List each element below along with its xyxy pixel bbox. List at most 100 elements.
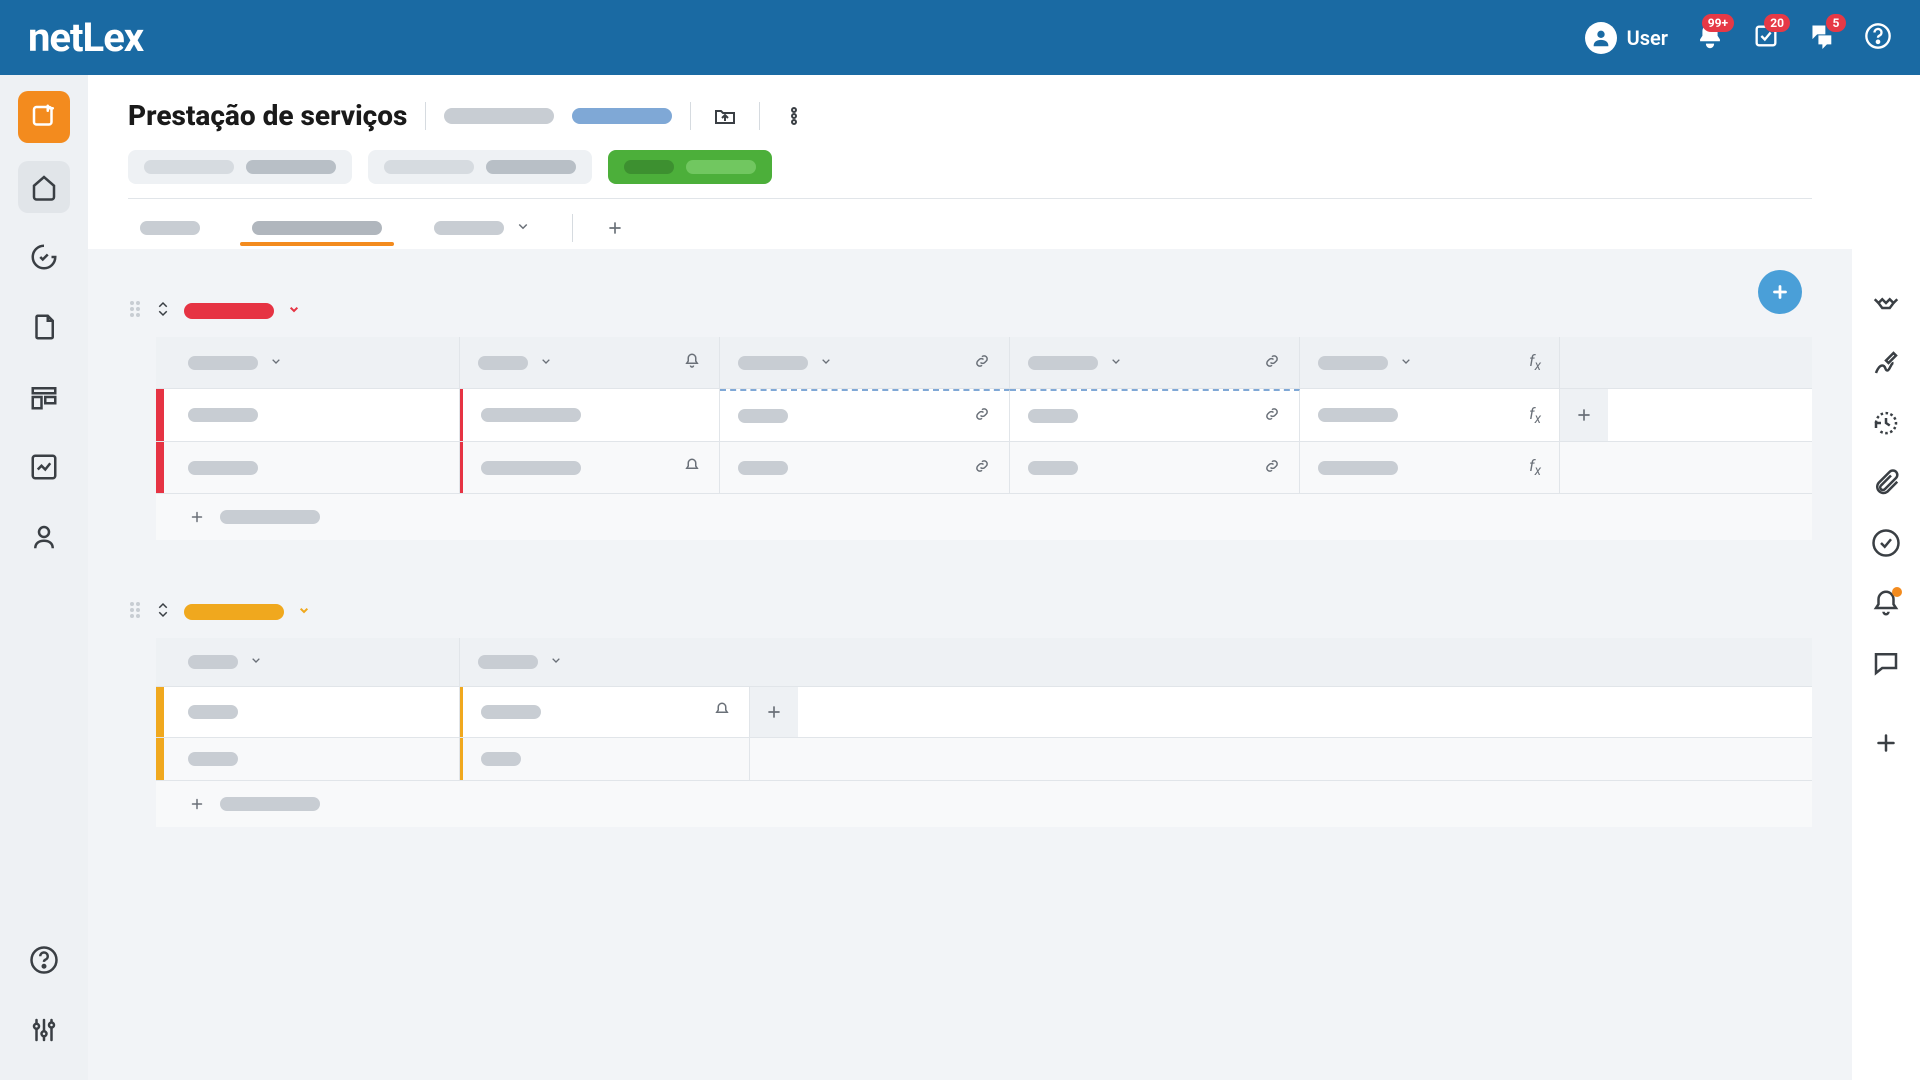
tab-3[interactable] — [422, 207, 544, 249]
chevron-down-icon[interactable] — [296, 602, 312, 622]
table-row[interactable]: fx — [156, 389, 1812, 442]
collapse-icon[interactable] — [154, 601, 172, 623]
notifications-bell[interactable]: 99+ — [1696, 22, 1724, 54]
cell[interactable]: fx — [1300, 389, 1560, 441]
column-header-1[interactable] — [170, 638, 460, 686]
cell-ph — [481, 461, 581, 475]
right-check-icon[interactable] — [1868, 525, 1904, 561]
cell[interactable] — [170, 442, 460, 493]
table-row[interactable] — [156, 738, 1812, 781]
bell-badge: 99+ — [1702, 14, 1734, 32]
th-ph — [478, 356, 528, 370]
drag-handle-icon[interactable] — [128, 299, 142, 323]
add-row-button[interactable] — [156, 494, 1812, 540]
divider — [572, 214, 573, 242]
cell-ph — [738, 461, 788, 475]
add-column-button[interactable] — [750, 687, 798, 737]
floating-add-button[interactable] — [1758, 270, 1802, 314]
user-label: User — [1627, 26, 1668, 50]
nav-boards[interactable] — [18, 371, 70, 423]
nav-home[interactable] — [18, 161, 70, 213]
cell-ph — [188, 752, 238, 766]
status-chip-1[interactable] — [128, 150, 352, 184]
add-row-ph — [220, 510, 320, 524]
cell[interactable] — [170, 389, 460, 441]
status-chip-2[interactable] — [368, 150, 592, 184]
more-options-button[interactable] — [778, 100, 810, 132]
add-row-button[interactable] — [156, 781, 1812, 827]
right-attachment-icon[interactable] — [1868, 465, 1904, 501]
help-icon[interactable] — [1864, 22, 1892, 54]
table-row[interactable] — [156, 687, 1812, 738]
create-button[interactable] — [18, 91, 70, 143]
right-sign-icon[interactable] — [1868, 345, 1904, 381]
link-icon — [973, 405, 991, 427]
tab-2-active[interactable] — [240, 211, 394, 245]
cell-ph — [1028, 461, 1078, 475]
chat-icon[interactable]: 5 — [1808, 22, 1836, 54]
cell[interactable] — [170, 687, 460, 737]
group-header — [128, 299, 1812, 323]
tab-label-ph — [252, 221, 382, 235]
right-add-icon[interactable] — [1868, 725, 1904, 761]
cell[interactable] — [170, 738, 460, 780]
move-to-folder-button[interactable] — [709, 100, 741, 132]
column-header-spacer — [1560, 337, 1620, 388]
user-chip[interactable]: User — [1585, 22, 1668, 54]
cell[interactable] — [1010, 442, 1300, 493]
right-handshake-icon[interactable] — [1868, 285, 1904, 321]
cell-ph — [188, 705, 238, 719]
row-marker — [156, 389, 164, 441]
right-bell-icon[interactable] — [1868, 585, 1904, 621]
divider — [425, 102, 426, 130]
tab-1[interactable] — [128, 211, 212, 245]
logo: netLex — [28, 14, 143, 61]
chevron-down-icon[interactable] — [286, 301, 302, 321]
title-row: Prestação de serviços — [128, 99, 1812, 132]
drag-handle-icon[interactable] — [128, 600, 142, 624]
cell-ph — [481, 752, 521, 766]
column-header-2[interactable] — [460, 638, 750, 686]
tasks-icon[interactable]: 20 — [1752, 22, 1780, 54]
cell[interactable] — [460, 687, 750, 737]
tasks-badge: 20 — [1764, 14, 1790, 32]
table-row[interactable]: fx — [156, 442, 1812, 494]
cell[interactable] — [460, 389, 720, 441]
column-header-2[interactable] — [460, 337, 720, 388]
th-ph — [478, 655, 538, 669]
cell[interactable] — [720, 442, 1010, 493]
nav-documents[interactable] — [18, 301, 70, 353]
column-header-3[interactable] — [720, 337, 1010, 388]
add-column-button[interactable] — [1560, 389, 1608, 441]
chip-part — [144, 160, 234, 174]
nav-analytics[interactable] — [18, 441, 70, 493]
status-chip-3[interactable] — [608, 150, 772, 184]
column-header-1[interactable] — [170, 337, 460, 388]
cell[interactable]: fx — [1300, 442, 1560, 493]
column-header-4[interactable] — [1010, 337, 1300, 388]
cell[interactable] — [1010, 389, 1300, 441]
add-tab-button[interactable] — [601, 214, 629, 242]
subtitle-placeholder-1 — [444, 108, 554, 124]
column-header-5[interactable]: fx — [1300, 337, 1560, 388]
right-comment-icon[interactable] — [1868, 645, 1904, 681]
avatar-icon — [1585, 22, 1617, 54]
nav-help-bottom[interactable] — [18, 934, 70, 986]
cell-spacer — [750, 738, 798, 780]
subtitle-placeholder-2[interactable] — [572, 108, 672, 124]
nav-settings[interactable] — [18, 1004, 70, 1056]
cell[interactable] — [720, 389, 1010, 441]
chip-part — [686, 160, 756, 174]
page-title: Prestação de serviços — [128, 99, 407, 132]
group-label — [184, 303, 274, 319]
row-marker — [156, 738, 164, 780]
cell-ph — [738, 409, 788, 423]
cell-ph — [1028, 409, 1078, 423]
right-history-icon[interactable] — [1868, 405, 1904, 441]
cell[interactable] — [460, 738, 750, 780]
cell[interactable] — [460, 442, 720, 493]
header-right: User 99+ 20 5 — [1585, 22, 1892, 54]
nav-people[interactable] — [18, 511, 70, 563]
collapse-icon[interactable] — [154, 300, 172, 322]
nav-approvals[interactable] — [18, 231, 70, 283]
